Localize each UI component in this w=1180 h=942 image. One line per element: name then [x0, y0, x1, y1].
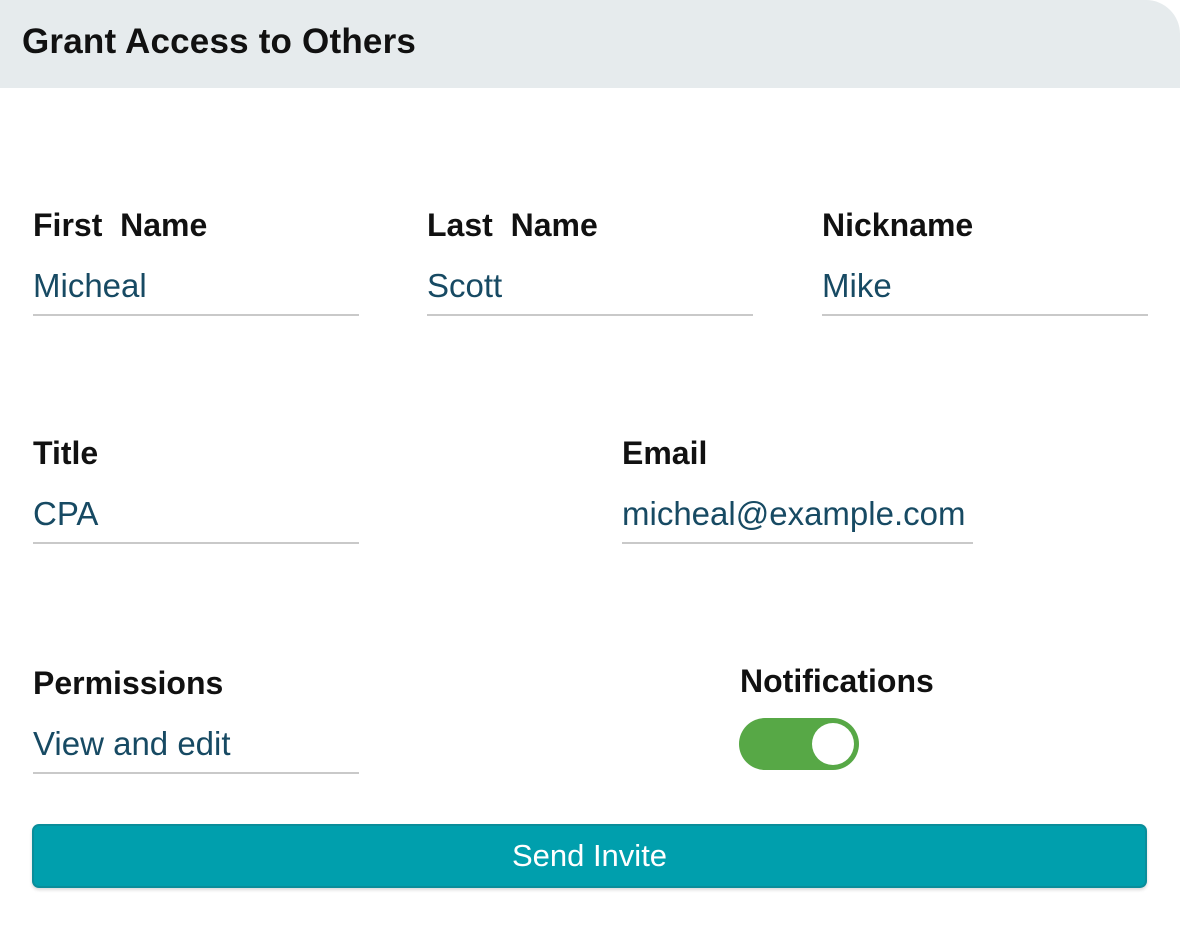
last-name-input[interactable] [427, 267, 753, 305]
permissions-underline [33, 772, 359, 774]
email-field: Email [622, 435, 973, 545]
toggle-knob [812, 723, 854, 765]
notifications-toggle[interactable] [739, 718, 859, 770]
first-name-input[interactable] [33, 267, 359, 305]
permissions-label: Permissions [33, 665, 224, 701]
email-input[interactable] [622, 495, 973, 533]
title-label: Title [33, 435, 99, 471]
send-invite-button[interactable]: Send Invite [32, 824, 1147, 888]
first-name-underline [33, 314, 359, 316]
title-underline [33, 542, 359, 544]
title-field: Title [33, 435, 359, 545]
email-label: Email [622, 435, 708, 471]
nickname-input[interactable] [822, 267, 1148, 305]
permissions-select[interactable] [33, 725, 359, 763]
nickname-label: Nickname [822, 207, 974, 243]
notifications-label: Notifications [740, 663, 934, 699]
notifications-field: Notifications [740, 663, 1040, 713]
first-name-field: First Name [33, 207, 359, 317]
first-name-label: First Name [33, 207, 208, 243]
title-input[interactable] [33, 495, 359, 533]
email-underline [622, 542, 973, 544]
grant-access-card: Grant Access to Others First Name Last N… [0, 0, 1180, 942]
card-title: Grant Access to Others [22, 22, 417, 61]
nickname-field: Nickname [822, 207, 1148, 317]
card-header: Grant Access to Others [0, 0, 1180, 88]
last-name-label: Last Name [427, 207, 598, 243]
permissions-field: Permissions [33, 665, 359, 775]
last-name-field: Last Name [427, 207, 753, 317]
nickname-underline [822, 314, 1148, 316]
last-name-underline [427, 314, 753, 316]
